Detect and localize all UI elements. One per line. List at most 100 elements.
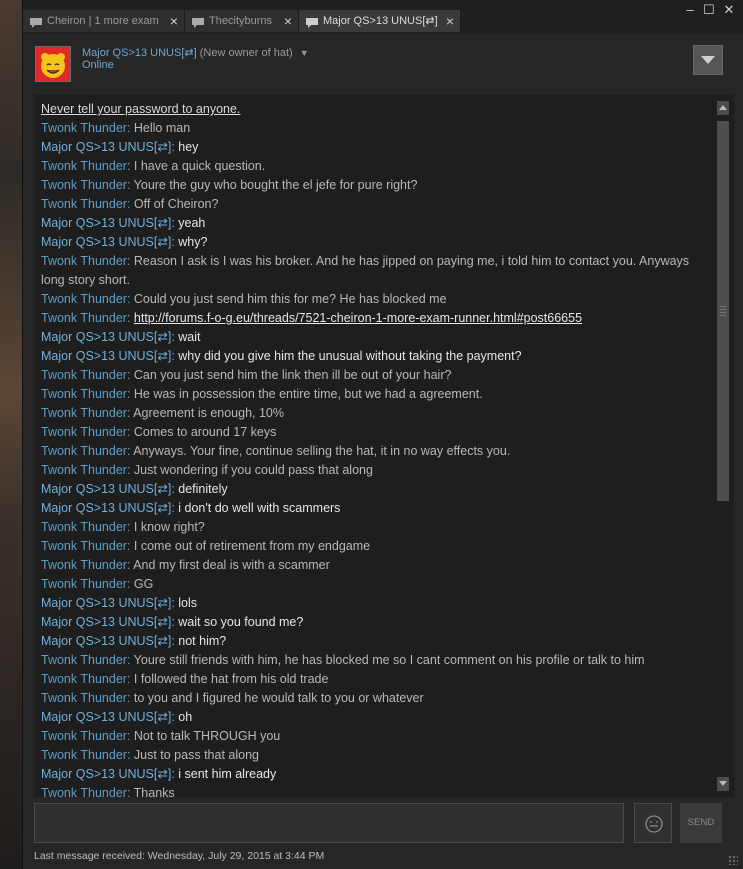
close-icon[interactable]: × [446, 10, 454, 32]
message-sender[interactable]: Twonk Thunder [41, 444, 127, 458]
message-sender[interactable]: Twonk Thunder [41, 786, 127, 797]
scrollbar[interactable] [717, 101, 729, 791]
sender-separator: : [126, 121, 134, 135]
avatar[interactable] [35, 46, 71, 82]
scroll-down-button[interactable] [717, 777, 729, 791]
maximize-button[interactable]: ☐ [702, 3, 716, 17]
sender-separator: : [126, 672, 134, 686]
message-input[interactable] [34, 803, 624, 843]
chat-message: Major QS>13 UNUS[⇄]: definitely [41, 480, 711, 499]
message-sender[interactable]: Twonk Thunder [41, 178, 127, 192]
message-text: Reason I ask is I was his broker. And he… [41, 254, 690, 287]
message-text: Can you just send him the link then ill … [133, 368, 452, 382]
friend-header: Major QS>13 UNUS[⇄] (New owner of hat) ▼… [23, 34, 743, 92]
message-sender[interactable]: Major QS>13 UNUS[⇄] [41, 710, 171, 724]
security-notice: Never tell your password to anyone. [41, 102, 241, 116]
chat-message: Twonk Thunder: Youre still friends with … [41, 651, 711, 670]
message-text: hey [178, 140, 199, 154]
message-sender[interactable]: Twonk Thunder [41, 729, 127, 743]
avatar-image [36, 47, 70, 81]
chat-message: Major QS>13 UNUS[⇄]: wait so you found m… [41, 613, 711, 632]
tab-cheiron[interactable]: Cheiron | 1 more exam × [23, 10, 185, 32]
message-text: Thanks [133, 786, 175, 797]
chat-message: Major QS>13 UNUS[⇄]: why? [41, 233, 711, 252]
message-sender[interactable]: Twonk Thunder [41, 311, 127, 325]
message-sender[interactable]: Twonk Thunder [41, 748, 127, 762]
close-icon[interactable]: × [170, 10, 178, 32]
message-sender[interactable]: Major QS>13 UNUS[⇄] [41, 615, 171, 629]
message-sender[interactable]: Twonk Thunder [41, 121, 127, 135]
chat-menu-button[interactable] [693, 45, 723, 75]
sender-separator: : [126, 577, 134, 591]
message-text: I know right? [133, 520, 205, 534]
sender-separator: : [126, 520, 134, 534]
message-sender[interactable]: Major QS>13 UNUS[⇄] [41, 596, 171, 610]
arrow-down-icon [719, 781, 727, 786]
message-text: i don't do well with scammers [178, 501, 341, 515]
chat-history[interactable]: Never tell your password to anyone. Twon… [34, 95, 734, 797]
message-sender[interactable]: Major QS>13 UNUS[⇄] [41, 216, 171, 230]
chat-message: Twonk Thunder: Just wondering if you cou… [41, 461, 711, 480]
message-text: why did you give him the unusual without… [178, 349, 522, 363]
chevron-down-icon[interactable]: ▼ [300, 48, 309, 58]
message-sender[interactable]: Major QS>13 UNUS[⇄] [41, 140, 171, 154]
chat-message: Twonk Thunder: And my first deal is with… [41, 556, 711, 575]
message-sender[interactable]: Twonk Thunder [41, 387, 127, 401]
message-sender[interactable]: Twonk Thunder [41, 539, 127, 553]
message-sender[interactable]: Major QS>13 UNUS[⇄] [41, 235, 171, 249]
scrollbar-thumb[interactable] [717, 121, 729, 501]
message-text: not him? [178, 634, 227, 648]
sender-separator: : [126, 254, 134, 268]
message-text: GG [133, 577, 154, 591]
chat-message: Twonk Thunder: Comes to around 17 keys [41, 423, 711, 442]
message-text: i sent him already [178, 767, 277, 781]
chat-message: Twonk Thunder: Off of Cheiron? [41, 195, 711, 214]
chat-message: Twonk Thunder: Agreement is enough, 10% [41, 404, 711, 423]
send-button[interactable]: SEND [680, 803, 722, 843]
chat-message: Major QS>13 UNUS[⇄]: lols [41, 594, 711, 613]
friend-name[interactable]: Major QS>13 UNUS[⇄] (New owner of hat) ▼ [82, 46, 309, 59]
emoticon-button[interactable] [634, 803, 672, 843]
message-sender[interactable]: Major QS>13 UNUS[⇄] [41, 634, 171, 648]
message-sender[interactable]: Twonk Thunder [41, 425, 127, 439]
message-sender[interactable]: Twonk Thunder [41, 254, 127, 268]
message-sender[interactable]: Major QS>13 UNUS[⇄] [41, 767, 171, 781]
message-sender[interactable]: Major QS>13 UNUS[⇄] [41, 349, 171, 363]
chat-message: Twonk Thunder: Hello man [41, 119, 711, 138]
close-window-button[interactable]: ✕ [722, 3, 736, 17]
message-sender[interactable]: Twonk Thunder [41, 672, 127, 686]
message-text: I followed the hat from his old trade [133, 672, 329, 686]
message-sender[interactable]: Twonk Thunder [41, 691, 127, 705]
tab-thecityburns[interactable]: Thecityburns × [185, 10, 299, 32]
chat-message: Twonk Thunder: GG [41, 575, 711, 594]
message-sender[interactable]: Major QS>13 UNUS[⇄] [41, 482, 171, 496]
sender-separator: : [126, 748, 134, 762]
chat-bubble-icon [29, 15, 43, 29]
message-sender[interactable]: Twonk Thunder [41, 558, 127, 572]
chat-message: Twonk Thunder: Just to pass that along [41, 746, 711, 765]
message-sender[interactable]: Twonk Thunder [41, 520, 127, 534]
minimize-button[interactable]: – [683, 3, 697, 17]
resize-grip-icon[interactable] [728, 855, 738, 865]
message-sender[interactable]: Major QS>13 UNUS[⇄] [41, 330, 171, 344]
close-icon[interactable]: × [284, 10, 292, 32]
chat-message: Major QS>13 UNUS[⇄]: wait [41, 328, 711, 347]
message-sender[interactable]: Twonk Thunder [41, 292, 127, 306]
chat-message: Major QS>13 UNUS[⇄]: oh [41, 708, 711, 727]
message-sender[interactable]: Twonk Thunder [41, 406, 127, 420]
message-sender[interactable]: Twonk Thunder [41, 463, 127, 477]
message-sender[interactable]: Twonk Thunder [41, 577, 127, 591]
message-sender[interactable]: Major QS>13 UNUS[⇄] [41, 501, 171, 515]
message-sender[interactable]: Twonk Thunder [41, 653, 127, 667]
desktop-background [0, 0, 22, 869]
message-sender[interactable]: Twonk Thunder [41, 197, 127, 211]
scroll-up-button[interactable] [717, 101, 729, 115]
message-text: definitely [178, 482, 228, 496]
tab-major[interactable]: Major QS>13 UNUS[⇄] × [299, 10, 461, 32]
sender-separator: : [126, 539, 134, 553]
chat-message: Twonk Thunder: Youre the guy who bought … [41, 176, 711, 195]
message-sender[interactable]: Twonk Thunder [41, 159, 127, 173]
message-link[interactable]: http://forums.f-o-g.eu/threads/7521-chei… [134, 311, 582, 325]
chat-window: Cheiron | 1 more exam × Thecityburns × M… [22, 0, 743, 869]
message-sender[interactable]: Twonk Thunder [41, 368, 127, 382]
